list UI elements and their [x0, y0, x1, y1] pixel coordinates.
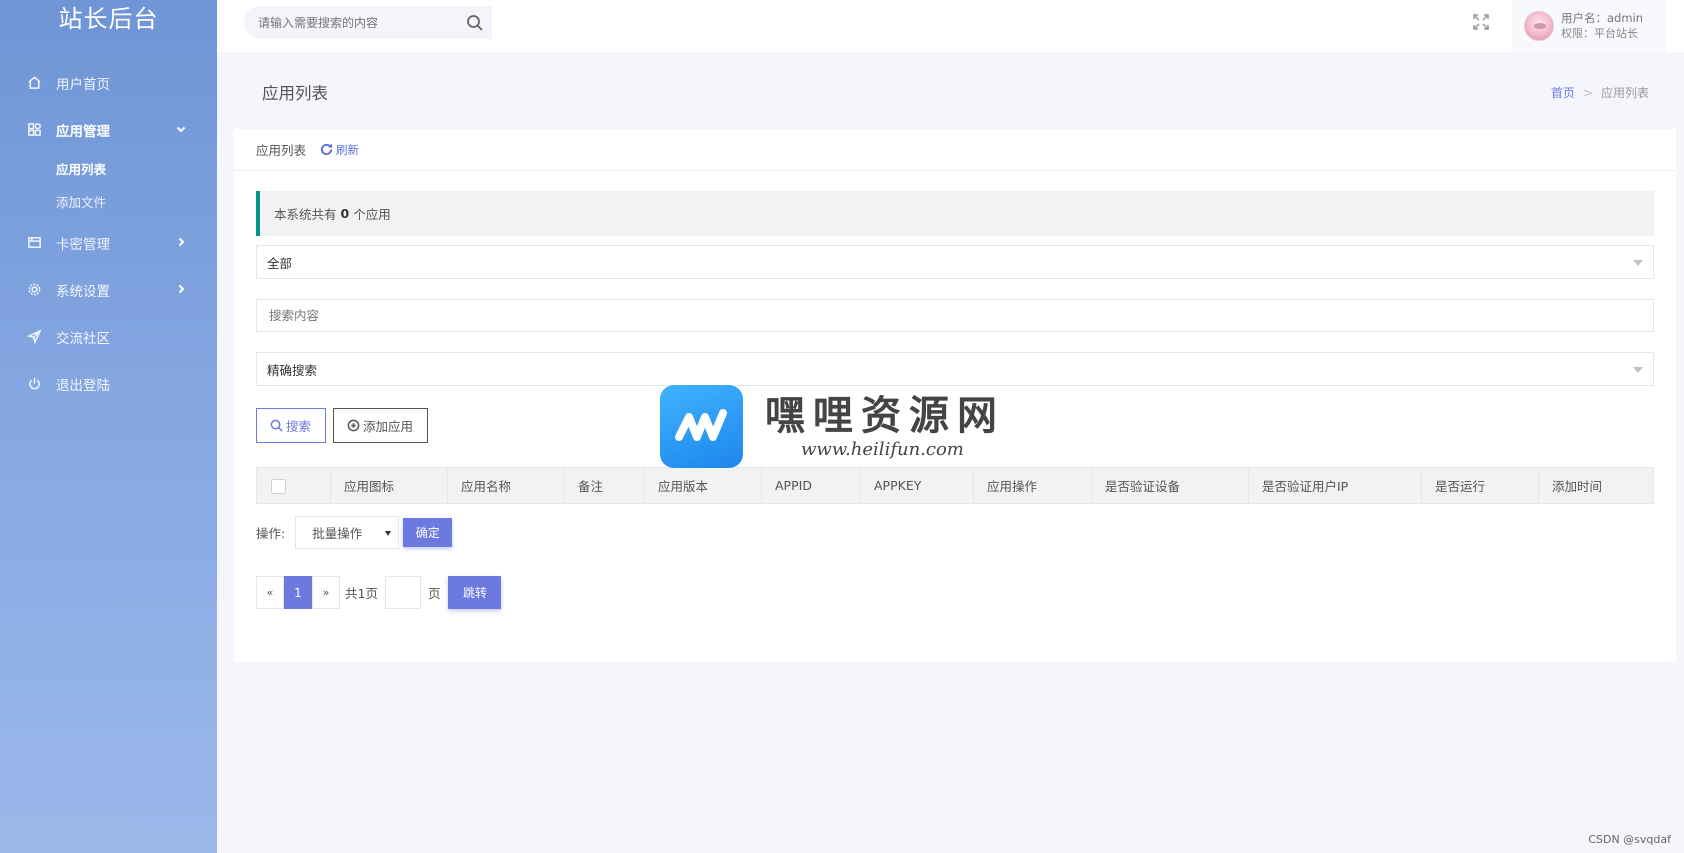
watermark: 嘿哩资源网 www.heilifun.com: [660, 385, 1005, 468]
watermark-title: 嘿哩资源网: [765, 393, 1005, 439]
send-icon: [26, 329, 42, 345]
breadcrumb-current: 应用列表: [1600, 86, 1649, 100]
column-header: APPKEY: [860, 467, 974, 504]
notice-suffix: 个应用: [353, 207, 391, 222]
power-icon: [26, 376, 42, 392]
sidebar-item-community[interactable]: 交流社区: [0, 313, 217, 360]
card-icon: [26, 235, 42, 251]
page-jump-input[interactable]: [384, 576, 421, 609]
home-icon: [26, 75, 42, 91]
column-header: 备注: [564, 467, 645, 504]
filter-select-value: 全部: [267, 255, 293, 271]
topbar: 用户名：admin 权限：平台站长: [217, 0, 1684, 52]
search-mode-select[interactable]: 精确搜索: [256, 352, 1654, 386]
avatar: [1524, 11, 1554, 41]
sidebar-item-label: 卡密管理: [56, 236, 110, 253]
table-header-row: 应用图标 应用名称 备注 应用版本 APPID APPKEY 应用操作 是否验证…: [256, 467, 1654, 504]
watermark-text: 嘿哩资源网 www.heilifun.com: [765, 393, 1005, 460]
search-button-label: 搜索: [286, 419, 312, 434]
sidebar-item-label: 系统设置: [56, 283, 110, 300]
watermark-url: www.heilifun.com: [801, 439, 964, 460]
bulk-operations: 操作: 批量操作 确定: [256, 516, 1654, 549]
filter-select[interactable]: 全部: [256, 245, 1654, 279]
page-unit-label: 页: [427, 586, 441, 601]
gear-icon: [26, 282, 42, 298]
user-info: 用户名：admin 权限：平台站长: [1561, 11, 1643, 41]
plus-circle-icon: [347, 419, 360, 432]
search-icon[interactable]: [466, 14, 484, 32]
sidebar-subitem-app-list[interactable]: 应用列表: [56, 153, 217, 186]
footer-credit: CSDN @svqdaf: [1588, 833, 1671, 846]
select-all-checkbox[interactable]: [271, 478, 286, 494]
confirm-button[interactable]: 确定: [403, 518, 453, 547]
pagination: « 1 » 共1页 页 跳转: [256, 576, 1654, 609]
search-icon: [270, 419, 283, 432]
sidebar-submenu: 应用列表 添加文件: [0, 153, 217, 219]
apps-icon: [26, 122, 42, 138]
caret-down-icon: [1633, 367, 1643, 373]
watermark-logo-icon: [660, 385, 743, 468]
ops-label: 操作:: [256, 526, 286, 541]
bulk-action-select[interactable]: 批量操作: [295, 516, 400, 549]
sidebar-nav: 用户首页 应用管理 应用列表 添加文件 卡密管理 系统设置 交流社区 退出登陆: [0, 59, 217, 407]
column-header: 应用名称: [447, 467, 565, 504]
page-total: 共1页: [345, 586, 378, 601]
search-input[interactable]: [257, 300, 1653, 331]
add-app-button-label: 添加应用: [363, 419, 414, 434]
app-count: 0: [340, 206, 350, 221]
sidebar-item-home[interactable]: 用户首页: [0, 59, 217, 106]
column-header: 应用图标: [330, 467, 448, 504]
user-name: 用户名：admin: [1561, 11, 1644, 25]
add-app-button[interactable]: 添加应用: [333, 408, 428, 443]
column-header: 应用版本: [644, 467, 762, 504]
app-table: 应用图标 应用名称 备注 应用版本 APPID APPKEY 应用操作 是否验证…: [256, 467, 1654, 504]
sidebar-item-label: 交流社区: [56, 330, 110, 347]
sidebar-item-label: 退出登陆: [56, 377, 110, 394]
sidebar-item-logout[interactable]: 退出登陆: [0, 360, 217, 407]
next-page-button[interactable]: »: [312, 576, 340, 609]
refresh-label: 刷新: [336, 142, 360, 157]
page-number-current[interactable]: 1: [284, 576, 312, 609]
chevron-down-icon: [175, 123, 187, 135]
brand-title: 站长后台: [58, 5, 159, 33]
app-count-notice: 本系统共有 0 个应用: [256, 191, 1654, 236]
column-header: 添加时间: [1538, 467, 1654, 504]
column-header: 是否验证设备: [1091, 467, 1249, 504]
jump-button[interactable]: 跳转: [448, 576, 502, 609]
fullscreen-icon[interactable]: [1472, 13, 1490, 31]
sidebar-item-settings[interactable]: 系统设置: [0, 266, 217, 313]
sidebar-item-label: 应用管理: [56, 123, 110, 140]
select-all-cell: [256, 467, 331, 504]
sidebar-item-apps[interactable]: 应用管理: [0, 106, 217, 153]
column-header: 是否验证用户IP: [1248, 467, 1422, 504]
chevron-right-icon: [175, 283, 187, 295]
global-search: [244, 6, 492, 39]
chevron-right-icon: [175, 236, 187, 248]
search-field: [256, 299, 1654, 332]
card-title: 应用列表: [256, 143, 307, 158]
caret-down-icon: [1633, 260, 1643, 266]
refresh-icon: [320, 143, 333, 156]
page-header: 应用列表 首页 > 应用列表: [217, 52, 1684, 128]
search-mode-value: 精确搜索: [267, 362, 318, 378]
breadcrumb-separator: >: [1582, 86, 1593, 100]
column-header: APPID: [761, 467, 861, 504]
sidebar-item-label: 用户首页: [56, 76, 110, 93]
global-search-input[interactable]: [244, 6, 454, 39]
notice-prefix: 本系统共有: [274, 207, 337, 222]
breadcrumb-home-link[interactable]: 首页: [1551, 86, 1575, 100]
column-header: 应用操作: [973, 467, 1092, 504]
card-header: 应用列表 刷新: [234, 129, 1676, 171]
column-header: 是否运行: [1421, 467, 1539, 504]
page-title: 应用列表: [262, 84, 328, 103]
prev-page-button[interactable]: «: [256, 576, 284, 609]
user-role: 权限：平台站长: [1561, 27, 1638, 40]
search-button[interactable]: 搜索: [256, 408, 326, 443]
sidebar: 站长后台 用户首页 应用管理 应用列表 添加文件 卡密管理 系统设置 交流社区: [0, 0, 217, 853]
sidebar-subitem-add-file[interactable]: 添加文件: [56, 186, 217, 219]
sidebar-item-cards[interactable]: 卡密管理: [0, 219, 217, 266]
refresh-button[interactable]: 刷新: [320, 142, 359, 158]
user-panel[interactable]: 用户名：admin 权限：平台站长: [1512, 0, 1667, 52]
breadcrumb: 首页 > 应用列表: [1551, 84, 1649, 101]
